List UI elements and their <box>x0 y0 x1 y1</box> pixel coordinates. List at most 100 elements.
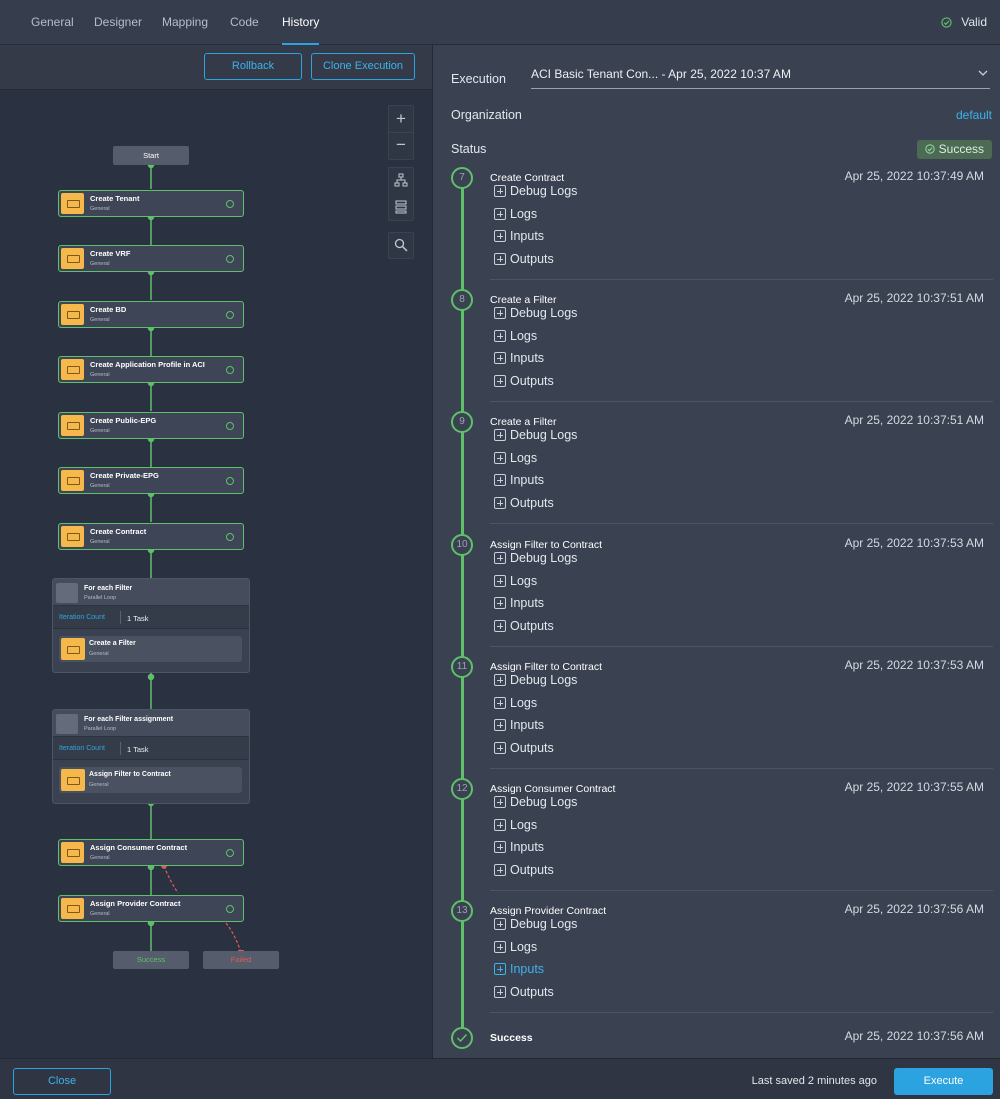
divider <box>490 645 993 647</box>
toggle-label: Inputs <box>510 229 545 243</box>
organization-link[interactable]: default <box>956 108 992 122</box>
zoom-in-icon[interactable]: + <box>389 106 413 133</box>
timeline-step: 11 Assign Filter to Contract Apr 25, 2022 … <box>433 655 1000 778</box>
tab-general[interactable]: General <box>31 0 74 45</box>
debug-logs-toggle[interactable]: Debug Logs <box>494 917 577 935</box>
task-node[interactable]: Assign Provider Contract General <box>58 895 244 922</box>
tab-designer[interactable]: Designer <box>94 0 142 45</box>
parallel-loop-node[interactable]: For each Filter Parallel Loop Iteration … <box>52 578 250 673</box>
task-title: Create a Filter <box>89 640 136 647</box>
logs-toggle[interactable]: Logs <box>494 818 537 836</box>
debug-logs-toggle[interactable]: Debug Logs <box>494 795 577 813</box>
task-title: Create Tenant <box>90 194 140 203</box>
toggle-label: Logs <box>510 573 538 588</box>
expand-plus-icon <box>494 819 506 831</box>
toggle-label: Debug Logs <box>510 550 578 565</box>
tree-layout-icon[interactable] <box>389 168 413 195</box>
step-name: Assign Provider Contract <box>490 905 607 918</box>
step-number-circle: 9 <box>451 411 473 434</box>
debug-logs-toggle[interactable]: Debug Logs <box>494 428 577 446</box>
clone-execution-button[interactable]: Clone Execution <box>311 53 415 80</box>
timeline-step: 8 Create a Filter Apr 25, 2022 10:37:51 AM… <box>433 289 1000 411</box>
start-node[interactable]: Start <box>113 146 189 165</box>
logs-toggle[interactable]: Logs <box>494 940 537 958</box>
failed-end-node[interactable]: Failed <box>203 951 279 969</box>
loop-inner-task[interactable]: Assign Filter to Contract General <box>59 767 242 793</box>
step-name: Create a Filter <box>490 294 557 307</box>
success-end-node[interactable]: Success <box>113 951 189 969</box>
step-name: Assign Filter to Contract <box>490 660 603 673</box>
task-node[interactable]: Create Private-EPG General <box>58 467 244 494</box>
outputs-toggle[interactable]: Outputs <box>494 863 554 881</box>
check-circle-icon <box>226 422 234 430</box>
workflow-canvas[interactable]: Start Create Tenant General Create VRF G… <box>0 91 432 1058</box>
debug-logs-toggle[interactable]: Debug Logs <box>494 306 577 324</box>
last-saved-text: Last saved 2 minutes ago <box>751 1075 877 1087</box>
expand-plus-icon <box>494 619 506 632</box>
outputs-toggle[interactable]: Outputs <box>494 374 554 392</box>
execute-button[interactable]: Execute <box>894 1068 993 1095</box>
check-circle-icon <box>924 144 935 154</box>
outputs-toggle[interactable]: Outputs <box>494 252 554 270</box>
execution-label: Execution <box>451 72 506 86</box>
task-subtitle: General <box>90 317 110 323</box>
debug-logs-toggle[interactable]: Debug Logs <box>494 673 577 691</box>
logs-toggle[interactable]: Logs <box>494 329 537 347</box>
task-node[interactable]: Create Application Profile in ACI Genera… <box>58 356 244 383</box>
task-icon <box>61 415 84 436</box>
outputs-toggle[interactable]: Outputs <box>494 496 554 514</box>
search-icon[interactable] <box>388 232 414 259</box>
debug-logs-toggle[interactable]: Debug Logs <box>494 551 577 569</box>
inputs-toggle[interactable]: Inputs <box>494 718 544 736</box>
rollback-button[interactable]: Rollback <box>204 53 302 80</box>
zoom-out-icon[interactable]: − <box>389 133 413 160</box>
logs-toggle[interactable]: Logs <box>494 696 537 714</box>
task-node[interactable]: Create Contract General <box>58 523 244 550</box>
inputs-toggle[interactable]: Inputs <box>494 962 544 980</box>
step-time: Apr 25, 2022 10:37:53 AM <box>844 657 984 672</box>
step-number-circle: 7 <box>451 167 473 189</box>
execution-select[interactable]: ACI Basic Tenant Con... - Apr 25, 2022 1… <box>531 67 990 89</box>
fit-layout-icon[interactable] <box>389 195 413 222</box>
close-button[interactable]: Close <box>13 1068 111 1095</box>
status-value: Success <box>938 142 984 156</box>
task-subtitle: General <box>90 911 110 917</box>
task-node[interactable]: Assign Consumer Contract General <box>58 839 244 866</box>
loop-title: For each Filter <box>84 585 133 592</box>
task-icon <box>61 359 84 380</box>
task-node[interactable]: Create Public-EPG General <box>58 412 244 439</box>
zoom-controls: + − <box>388 105 414 160</box>
final-check-circle-icon <box>451 1027 473 1049</box>
expand-plus-icon <box>494 864 506 876</box>
expand-plus-icon <box>494 253 506 265</box>
task-subtitle: General <box>90 261 110 267</box>
tab-mapping[interactable]: Mapping <box>162 0 208 45</box>
logs-toggle[interactable]: Logs <box>494 451 537 469</box>
debug-logs-toggle[interactable]: Debug Logs <box>494 184 577 202</box>
toggle-label: Inputs <box>510 351 545 366</box>
toggle-label: Logs <box>510 451 538 466</box>
inputs-toggle[interactable]: Inputs <box>494 596 544 614</box>
tab-history[interactable]: History <box>282 0 320 45</box>
expand-plus-icon <box>494 941 506 954</box>
logs-toggle[interactable]: Logs <box>494 207 537 225</box>
task-subtitle: General <box>89 782 109 788</box>
task-subtitle: General <box>89 651 109 657</box>
inputs-toggle[interactable]: Inputs <box>494 473 544 491</box>
inputs-toggle[interactable]: Inputs <box>494 840 544 858</box>
loop-inner-task[interactable]: Create a Filter General <box>59 636 242 662</box>
expand-plus-icon <box>494 429 506 442</box>
inputs-toggle[interactable]: Inputs <box>494 351 544 369</box>
task-node[interactable]: Create Tenant General <box>58 190 244 217</box>
inputs-toggle[interactable]: Inputs <box>494 229 544 247</box>
expand-plus-icon <box>494 474 506 487</box>
outputs-toggle[interactable]: Outputs <box>494 741 554 759</box>
task-node[interactable]: Create VRF General <box>58 245 244 272</box>
outputs-toggle[interactable]: Outputs <box>494 619 554 637</box>
parallel-loop-node[interactable]: For each Filter assignment Parallel Loop… <box>52 709 250 804</box>
toggle-label: Outputs <box>510 252 554 266</box>
outputs-toggle[interactable]: Outputs <box>494 985 554 1003</box>
task-node[interactable]: Create BD General <box>58 301 244 328</box>
logs-toggle[interactable]: Logs <box>494 574 537 592</box>
tab-code[interactable]: Code <box>230 0 259 45</box>
